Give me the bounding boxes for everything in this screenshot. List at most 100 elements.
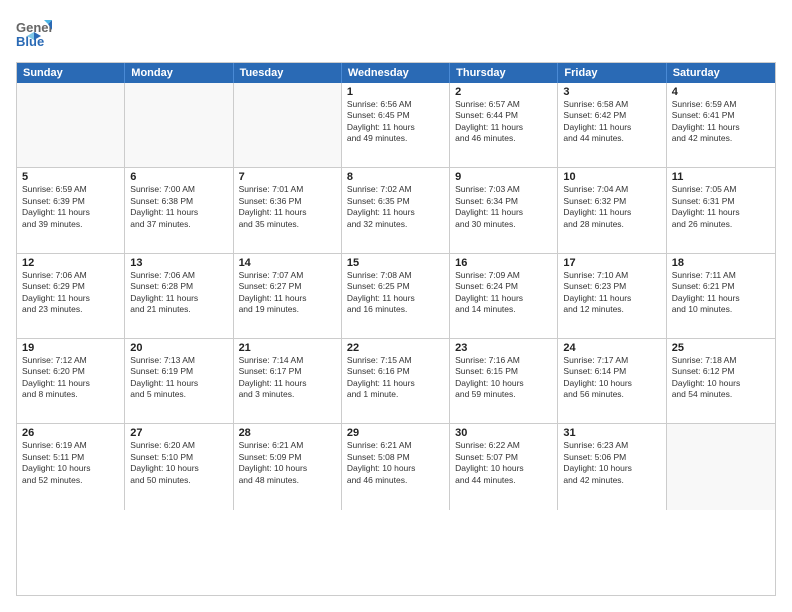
cell-info: Sunrise: 7:02 AM Sunset: 6:35 PM Dayligh…: [347, 184, 444, 230]
cell-date: 5: [22, 171, 119, 183]
calendar: SundayMondayTuesdayWednesdayThursdayFrid…: [16, 62, 776, 596]
cell-date: 15: [347, 257, 444, 269]
header: General Blue: [16, 16, 776, 52]
calendar-cell: 16Sunrise: 7:09 AM Sunset: 6:24 PM Dayli…: [450, 254, 558, 338]
cell-info: Sunrise: 7:16 AM Sunset: 6:15 PM Dayligh…: [455, 355, 552, 401]
cell-date: 3: [563, 86, 660, 98]
cell-info: Sunrise: 7:04 AM Sunset: 6:32 PM Dayligh…: [563, 184, 660, 230]
cell-date: 2: [455, 86, 552, 98]
cell-info: Sunrise: 7:06 AM Sunset: 6:29 PM Dayligh…: [22, 270, 119, 316]
calendar-cell: 8Sunrise: 7:02 AM Sunset: 6:35 PM Daylig…: [342, 168, 450, 252]
cell-info: Sunrise: 7:11 AM Sunset: 6:21 PM Dayligh…: [672, 270, 770, 316]
cell-date: 7: [239, 171, 336, 183]
calendar-cell: 4Sunrise: 6:59 AM Sunset: 6:41 PM Daylig…: [667, 83, 775, 167]
cell-date: 1: [347, 86, 444, 98]
calendar-cell: 15Sunrise: 7:08 AM Sunset: 6:25 PM Dayli…: [342, 254, 450, 338]
cell-date: 12: [22, 257, 119, 269]
calendar-cell: 22Sunrise: 7:15 AM Sunset: 6:16 PM Dayli…: [342, 339, 450, 423]
calendar-cell: 2Sunrise: 6:57 AM Sunset: 6:44 PM Daylig…: [450, 83, 558, 167]
cell-date: 4: [672, 86, 770, 98]
cell-info: Sunrise: 6:22 AM Sunset: 5:07 PM Dayligh…: [455, 440, 552, 486]
cell-date: 20: [130, 342, 227, 354]
cell-info: Sunrise: 7:10 AM Sunset: 6:23 PM Dayligh…: [563, 270, 660, 316]
cell-date: 18: [672, 257, 770, 269]
day-header-sunday: Sunday: [17, 63, 125, 83]
cell-date: 8: [347, 171, 444, 183]
calendar-cell: 30Sunrise: 6:22 AM Sunset: 5:07 PM Dayli…: [450, 424, 558, 509]
calendar-cell: [234, 83, 342, 167]
calendar-row: 12Sunrise: 7:06 AM Sunset: 6:29 PM Dayli…: [17, 254, 775, 339]
calendar-cell: 18Sunrise: 7:11 AM Sunset: 6:21 PM Dayli…: [667, 254, 775, 338]
cell-date: 26: [22, 427, 119, 439]
calendar-cell: 13Sunrise: 7:06 AM Sunset: 6:28 PM Dayli…: [125, 254, 233, 338]
cell-info: Sunrise: 7:12 AM Sunset: 6:20 PM Dayligh…: [22, 355, 119, 401]
cell-date: 30: [455, 427, 552, 439]
cell-info: Sunrise: 7:15 AM Sunset: 6:16 PM Dayligh…: [347, 355, 444, 401]
calendar-cell: 24Sunrise: 7:17 AM Sunset: 6:14 PM Dayli…: [558, 339, 666, 423]
cell-date: 16: [455, 257, 552, 269]
day-headers: SundayMondayTuesdayWednesdayThursdayFrid…: [17, 63, 775, 83]
cell-date: 19: [22, 342, 119, 354]
calendar-row: 5Sunrise: 6:59 AM Sunset: 6:39 PM Daylig…: [17, 168, 775, 253]
cell-date: 28: [239, 427, 336, 439]
cell-info: Sunrise: 6:21 AM Sunset: 5:09 PM Dayligh…: [239, 440, 336, 486]
calendar-cell: 11Sunrise: 7:05 AM Sunset: 6:31 PM Dayli…: [667, 168, 775, 252]
cell-date: 9: [455, 171, 552, 183]
cell-date: 10: [563, 171, 660, 183]
cell-date: 6: [130, 171, 227, 183]
cell-info: Sunrise: 7:09 AM Sunset: 6:24 PM Dayligh…: [455, 270, 552, 316]
cell-info: Sunrise: 6:21 AM Sunset: 5:08 PM Dayligh…: [347, 440, 444, 486]
cell-info: Sunrise: 7:00 AM Sunset: 6:38 PM Dayligh…: [130, 184, 227, 230]
cell-info: Sunrise: 6:56 AM Sunset: 6:45 PM Dayligh…: [347, 99, 444, 145]
day-header-monday: Monday: [125, 63, 233, 83]
calendar-cell: 25Sunrise: 7:18 AM Sunset: 6:12 PM Dayli…: [667, 339, 775, 423]
cell-date: 21: [239, 342, 336, 354]
cell-date: 25: [672, 342, 770, 354]
cell-date: 17: [563, 257, 660, 269]
calendar-cell: 21Sunrise: 7:14 AM Sunset: 6:17 PM Dayli…: [234, 339, 342, 423]
calendar-cell: 29Sunrise: 6:21 AM Sunset: 5:08 PM Dayli…: [342, 424, 450, 509]
cell-info: Sunrise: 6:59 AM Sunset: 6:39 PM Dayligh…: [22, 184, 119, 230]
calendar-cell: 7Sunrise: 7:01 AM Sunset: 6:36 PM Daylig…: [234, 168, 342, 252]
calendar-cell: [17, 83, 125, 167]
logo-bird-icon: [27, 30, 41, 44]
cell-date: 14: [239, 257, 336, 269]
calendar-cell: 28Sunrise: 6:21 AM Sunset: 5:09 PM Dayli…: [234, 424, 342, 509]
cell-info: Sunrise: 7:01 AM Sunset: 6:36 PM Dayligh…: [239, 184, 336, 230]
calendar-cell: 6Sunrise: 7:00 AM Sunset: 6:38 PM Daylig…: [125, 168, 233, 252]
calendar-cell: 19Sunrise: 7:12 AM Sunset: 6:20 PM Dayli…: [17, 339, 125, 423]
calendar-cell: 23Sunrise: 7:16 AM Sunset: 6:15 PM Dayli…: [450, 339, 558, 423]
calendar-row: 1Sunrise: 6:56 AM Sunset: 6:45 PM Daylig…: [17, 83, 775, 168]
cell-date: 31: [563, 427, 660, 439]
calendar-container: General Blue SundayMondayTuesdayWednesda…: [0, 0, 792, 612]
calendar-cell: 17Sunrise: 7:10 AM Sunset: 6:23 PM Dayli…: [558, 254, 666, 338]
cell-date: 22: [347, 342, 444, 354]
calendar-row: 26Sunrise: 6:19 AM Sunset: 5:11 PM Dayli…: [17, 424, 775, 509]
cell-date: 23: [455, 342, 552, 354]
cell-date: 13: [130, 257, 227, 269]
cell-date: 11: [672, 171, 770, 183]
calendar-cell: 1Sunrise: 6:56 AM Sunset: 6:45 PM Daylig…: [342, 83, 450, 167]
cell-info: Sunrise: 6:20 AM Sunset: 5:10 PM Dayligh…: [130, 440, 227, 486]
cell-info: Sunrise: 6:57 AM Sunset: 6:44 PM Dayligh…: [455, 99, 552, 145]
calendar-cell: [667, 424, 775, 509]
cell-info: Sunrise: 6:58 AM Sunset: 6:42 PM Dayligh…: [563, 99, 660, 145]
cell-info: Sunrise: 7:03 AM Sunset: 6:34 PM Dayligh…: [455, 184, 552, 230]
calendar-cell: 26Sunrise: 6:19 AM Sunset: 5:11 PM Dayli…: [17, 424, 125, 509]
day-header-saturday: Saturday: [667, 63, 775, 83]
calendar-cell: 20Sunrise: 7:13 AM Sunset: 6:19 PM Dayli…: [125, 339, 233, 423]
cell-info: Sunrise: 7:05 AM Sunset: 6:31 PM Dayligh…: [672, 184, 770, 230]
day-header-tuesday: Tuesday: [234, 63, 342, 83]
calendar-cell: 31Sunrise: 6:23 AM Sunset: 5:06 PM Dayli…: [558, 424, 666, 509]
day-header-friday: Friday: [558, 63, 666, 83]
calendar-cell: 3Sunrise: 6:58 AM Sunset: 6:42 PM Daylig…: [558, 83, 666, 167]
cell-info: Sunrise: 6:59 AM Sunset: 6:41 PM Dayligh…: [672, 99, 770, 145]
cell-info: Sunrise: 7:14 AM Sunset: 6:17 PM Dayligh…: [239, 355, 336, 401]
cell-info: Sunrise: 7:18 AM Sunset: 6:12 PM Dayligh…: [672, 355, 770, 401]
cell-info: Sunrise: 7:08 AM Sunset: 6:25 PM Dayligh…: [347, 270, 444, 316]
cell-info: Sunrise: 7:06 AM Sunset: 6:28 PM Dayligh…: [130, 270, 227, 316]
calendar-cell: 10Sunrise: 7:04 AM Sunset: 6:32 PM Dayli…: [558, 168, 666, 252]
calendar-row: 19Sunrise: 7:12 AM Sunset: 6:20 PM Dayli…: [17, 339, 775, 424]
calendar-cell: 5Sunrise: 6:59 AM Sunset: 6:39 PM Daylig…: [17, 168, 125, 252]
cell-info: Sunrise: 6:23 AM Sunset: 5:06 PM Dayligh…: [563, 440, 660, 486]
